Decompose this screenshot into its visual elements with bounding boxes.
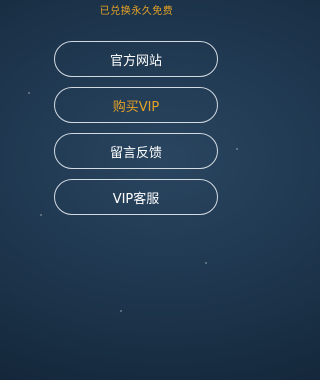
menu-item-label: 购买VIP: [112, 99, 160, 115]
menu-item-label: 官方网站: [109, 53, 162, 69]
redeem-status-text: 已兑换永久免费: [99, 6, 174, 17]
background-star: [28, 92, 30, 94]
background-star: [40, 214, 42, 216]
vip-support-button[interactable]: VIP客服: [54, 179, 218, 215]
background-star: [205, 262, 207, 264]
menu-item-label: VIP客服: [112, 191, 160, 207]
menu-list: 官方网站 购买VIP 留言反馈 VIP客服: [54, 41, 218, 225]
menu-item-label: 留言反馈: [109, 145, 162, 161]
feedback-button[interactable]: 留言反馈: [54, 133, 218, 169]
buy-vip-button[interactable]: 购买VIP: [54, 87, 218, 123]
background-star: [120, 310, 122, 312]
background-star: [236, 148, 238, 150]
official-website-button[interactable]: 官方网站: [54, 41, 218, 77]
